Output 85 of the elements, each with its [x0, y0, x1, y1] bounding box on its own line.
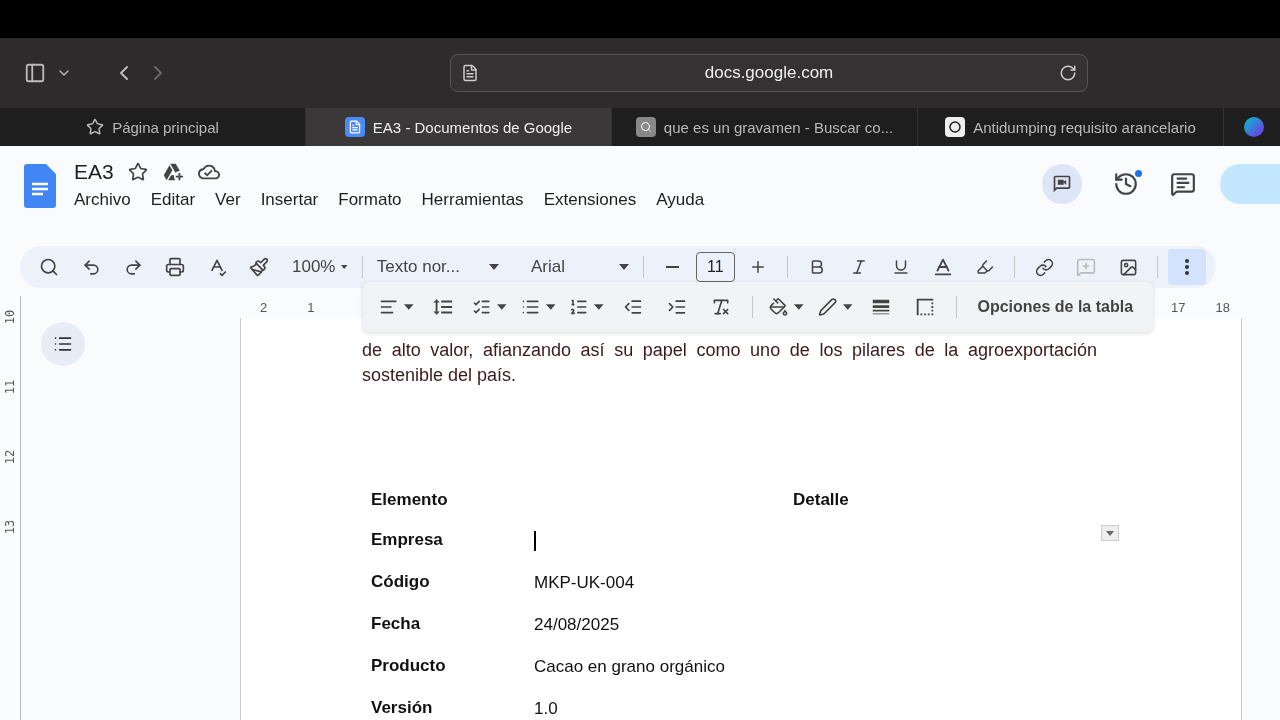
- table-cell-text: Empresa: [371, 530, 444, 551]
- browser-tab[interactable]: que es un gravamen - Buscar co...: [612, 108, 918, 146]
- menu-item[interactable]: Formato: [338, 190, 402, 210]
- page-icon: [461, 64, 479, 82]
- notification-dot: [1135, 170, 1142, 177]
- table-header-cell-text: Detalle: [793, 490, 850, 510]
- underline-icon: [892, 258, 911, 276]
- document-logo-icon[interactable]: [24, 164, 56, 208]
- printer-icon: [165, 257, 185, 277]
- star-icon[interactable]: [127, 162, 148, 182]
- comment-plus-icon: [1076, 257, 1097, 277]
- outline-button[interactable]: [41, 322, 85, 366]
- caret-icon: [794, 304, 804, 310]
- caret-icon: [1106, 530, 1114, 536]
- line-spacing-icon: [431, 296, 454, 318]
- caret-icon: [842, 304, 853, 310]
- zoom-dropdown[interactable]: 100%: [288, 252, 352, 282]
- paint-bucket-icon: [768, 297, 789, 317]
- paint-roller-icon: [249, 257, 269, 277]
- caret-icon: [496, 304, 507, 310]
- comment-icon[interactable]: [1170, 171, 1196, 197]
- list-icon: [53, 334, 73, 354]
- table-cell-text: MKP-UK-004: [534, 572, 636, 594]
- caret-icon: [488, 264, 499, 270]
- numbered-list-icon: [569, 297, 589, 317]
- ruler-number: 18: [1215, 299, 1230, 315]
- link-icon: [1034, 257, 1054, 277]
- search-icon: [635, 117, 656, 137]
- table-cell-text: Fecha: [371, 614, 422, 635]
- menu-item[interactable]: Extensiones: [543, 190, 637, 210]
- indent-increase-icon: [667, 297, 687, 317]
- sidebar-icon[interactable]: [24, 62, 46, 84]
- ruler-number: 12: [3, 449, 17, 465]
- ruler-number: 1: [307, 299, 315, 315]
- image-icon: [1118, 257, 1138, 277]
- table-cell-text: 24/08/2025: [534, 614, 621, 636]
- pen-icon: [817, 297, 837, 317]
- minus-icon: [666, 266, 680, 268]
- address-bar[interactable]: docs.google.com: [450, 54, 1088, 92]
- caret-icon: [618, 264, 629, 270]
- style-dropdown[interactable]: Texto nor...: [372, 252, 503, 282]
- ruler-number: 2: [260, 299, 268, 315]
- body-paragraph: de alto valor, afianzando así su papel como uno de los pilares de la agroexportación sostenible del país.: [362, 339, 1097, 387]
- table-cell-text: Código: [371, 572, 431, 593]
- reload-icon[interactable]: [1059, 64, 1077, 82]
- circle-logo-icon: [1244, 117, 1264, 137]
- search-icon: [39, 257, 59, 277]
- menu-item[interactable]: Editar: [150, 190, 196, 210]
- marker-icon: [976, 258, 995, 276]
- menu-item[interactable]: Insertar: [260, 190, 319, 210]
- menu-item[interactable]: Herramientas: [421, 190, 524, 210]
- font-dropdown[interactable]: Arial: [526, 252, 633, 282]
- caret-icon: [341, 264, 348, 270]
- history-icon: [1113, 171, 1139, 197]
- clear-formatting-icon: [711, 297, 731, 317]
- table-cell-text: Producto: [371, 656, 447, 677]
- caret-icon: [404, 304, 414, 310]
- redo-icon: [123, 257, 143, 277]
- ring-icon: [945, 117, 966, 137]
- table-header-cell-text: Elemento: [371, 490, 449, 510]
- ruler-number: 13: [3, 519, 17, 535]
- caret-icon: [545, 304, 556, 310]
- menu-item[interactable]: Ayuda: [656, 190, 705, 210]
- table-options-button[interactable]: Opciones de la tabla: [969, 292, 1142, 322]
- table-cell-text: Cacao en grano orgánico: [534, 656, 726, 678]
- caret-icon: [594, 304, 604, 310]
- document-icon: [344, 117, 365, 137]
- meeting-button[interactable]: [1042, 164, 1082, 204]
- indent-decrease-icon: [623, 297, 643, 317]
- document-title[interactable]: EA3: [74, 160, 114, 184]
- undo-icon: [81, 257, 101, 277]
- table-cell-text: Versión: [371, 698, 434, 719]
- ruler-number: 10: [3, 309, 17, 325]
- ruler-number: 17: [1171, 299, 1186, 315]
- ruler-number: 11: [3, 379, 17, 395]
- menu-item[interactable]: Archivo: [74, 190, 131, 210]
- browser-tab[interactable]: EA3 - Documentos de Google: [306, 108, 612, 146]
- menu-item[interactable]: Ver: [215, 190, 241, 210]
- drive-icon[interactable]: [161, 161, 184, 183]
- star-icon: [86, 118, 105, 136]
- cell-dropdown-button[interactable]: [1101, 525, 1119, 541]
- more-icon: [1185, 259, 1189, 275]
- browser-tab[interactable]: Antidumping requisito arancelario: [918, 108, 1224, 146]
- table-cell-text: 1.0: [534, 698, 559, 720]
- more-button[interactable]: [1168, 249, 1206, 285]
